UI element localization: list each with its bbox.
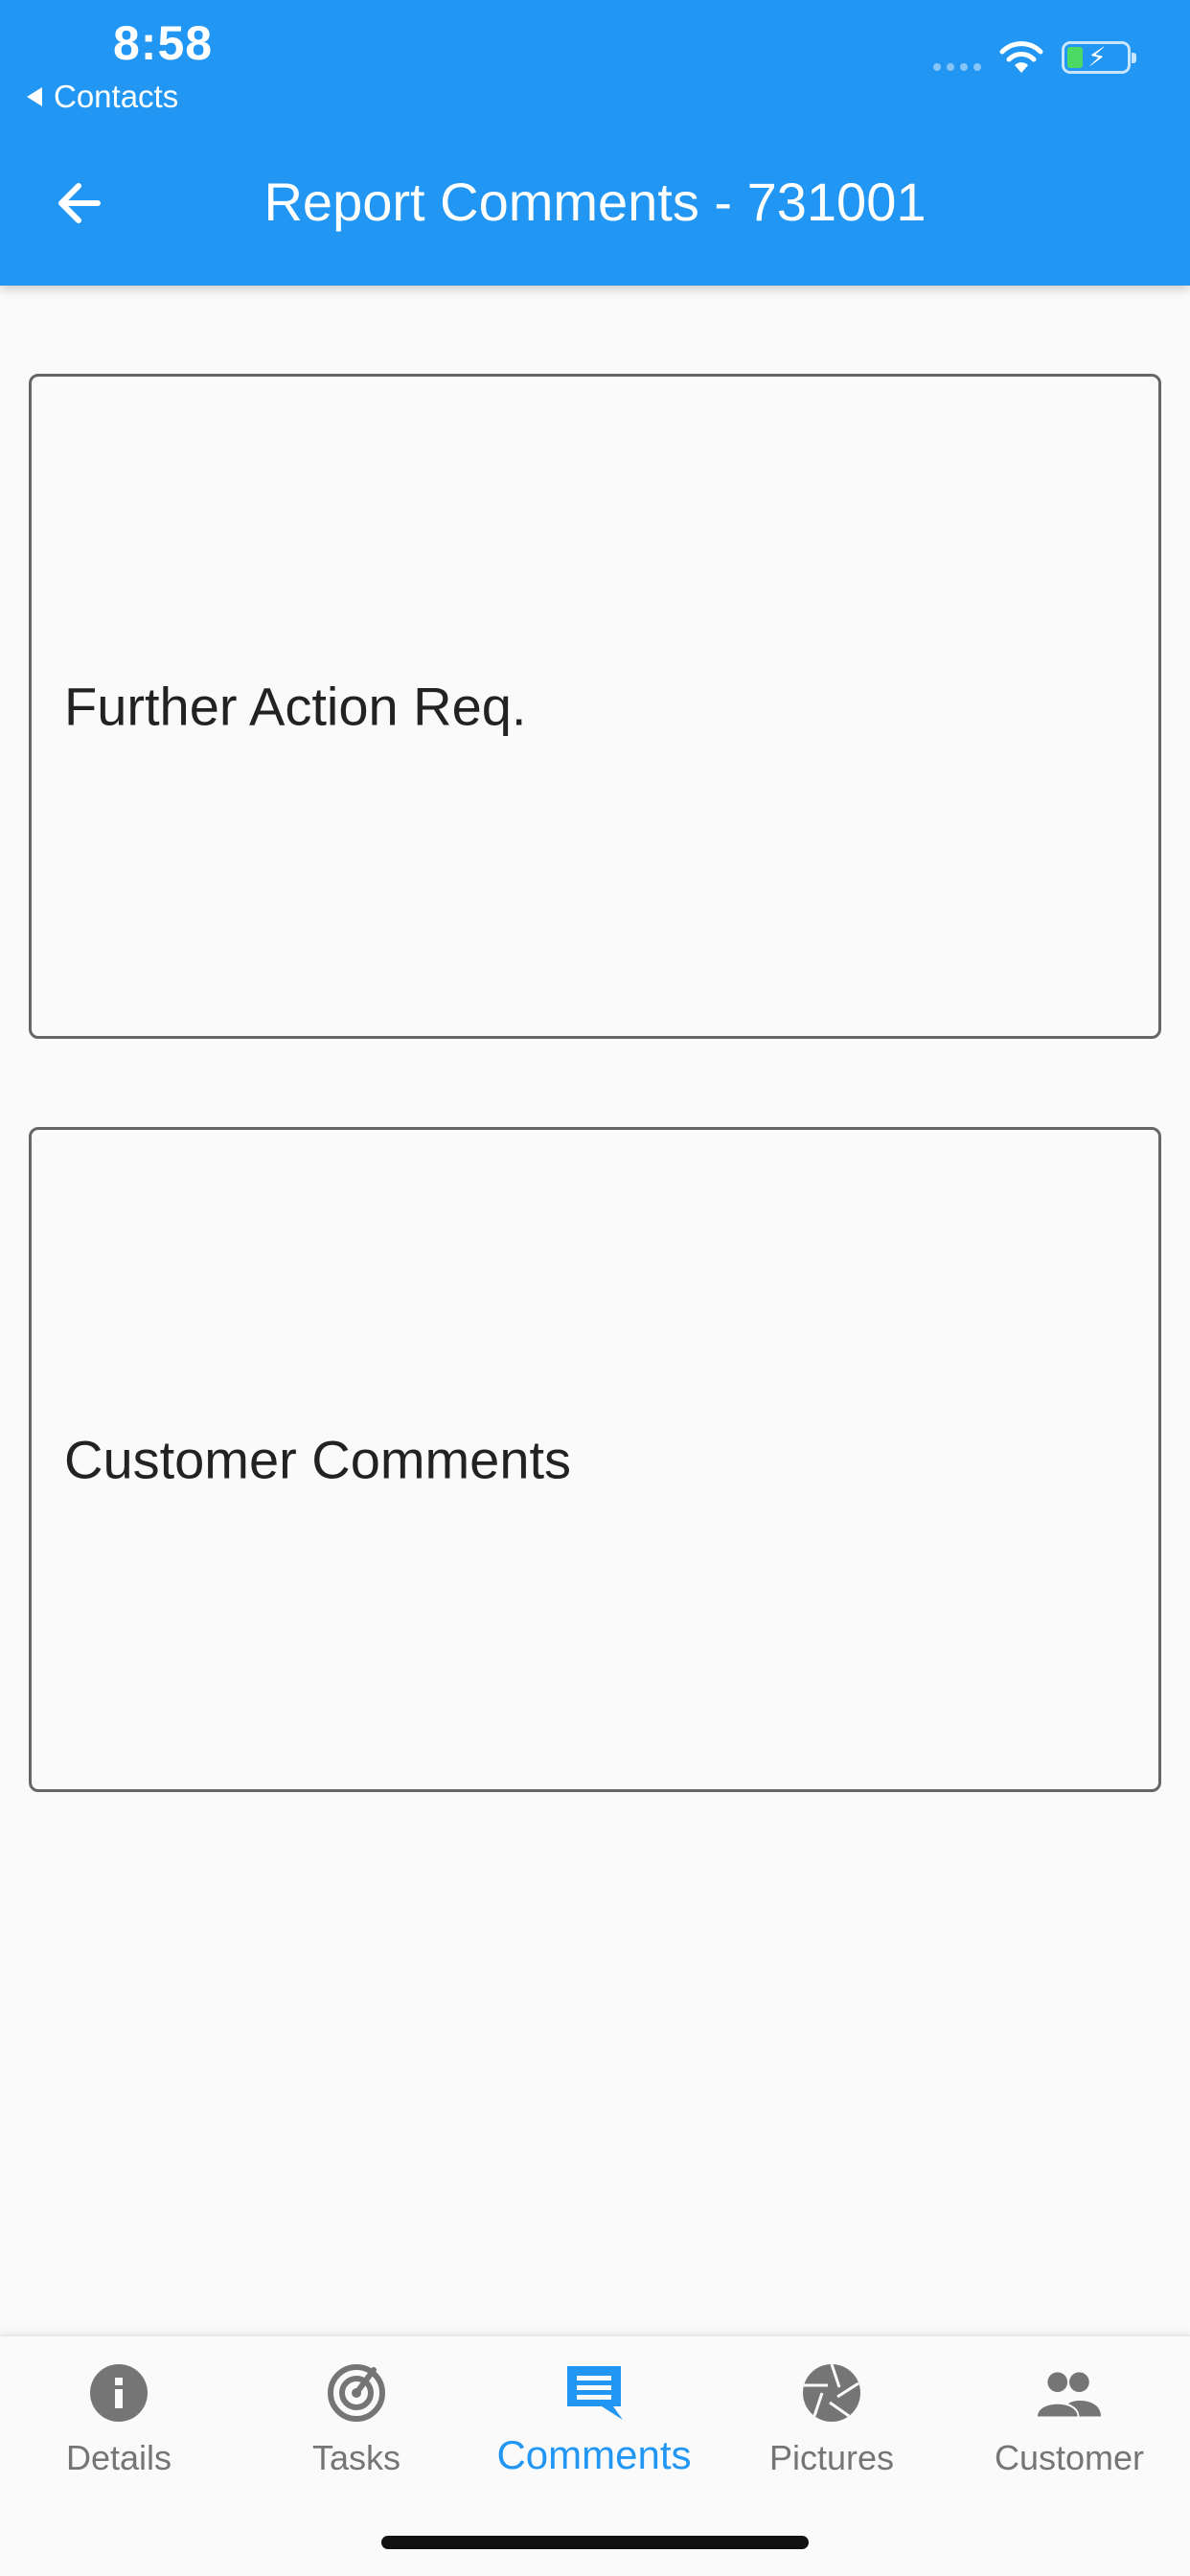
back-triangle-icon	[27, 87, 42, 106]
nav-label: Customer	[994, 2438, 1145, 2477]
wifi-icon	[999, 41, 1043, 73]
home-indicator[interactable]	[381, 2536, 809, 2549]
nav-item-comments[interactable]: Comments	[475, 2361, 713, 2486]
target-icon	[328, 2364, 385, 2422]
page-title: Report Comments - 731001	[263, 172, 927, 232]
nav-label: Details	[65, 2438, 172, 2477]
field-label: Customer Comments	[64, 1429, 572, 1490]
battery-icon: ⚡	[1062, 41, 1136, 74]
camera-aperture-icon	[803, 2363, 860, 2422]
comment-icon	[567, 2366, 623, 2420]
back-app-label: Contacts	[54, 79, 179, 114]
further-action-field[interactable]: Further Action Req.	[29, 374, 1161, 1039]
people-icon	[1038, 2372, 1101, 2417]
nav-label: Comments	[496, 2432, 692, 2477]
nav-label: Tasks	[311, 2438, 401, 2477]
field-label: Further Action Req.	[64, 676, 527, 737]
back-to-app-link[interactable]: Contacts	[27, 79, 178, 115]
cellular-signal-icon	[933, 44, 981, 71]
nav-item-pictures[interactable]: Pictures	[713, 2361, 950, 2486]
app-bar: 8:58 Contacts ⚡ Report Comments - 731001	[0, 0, 1190, 286]
nav-label: Pictures	[768, 2438, 895, 2477]
status-time: 8:58	[113, 16, 214, 70]
nav-item-details[interactable]: Details	[0, 2361, 238, 2486]
customer-comments-field[interactable]: Customer Comments	[29, 1127, 1161, 1792]
info-icon	[90, 2364, 148, 2422]
nav-item-tasks[interactable]: Tasks	[238, 2361, 475, 2486]
nav-item-customer[interactable]: Customer	[950, 2361, 1188, 2486]
status-indicators: ⚡	[933, 40, 1136, 75]
